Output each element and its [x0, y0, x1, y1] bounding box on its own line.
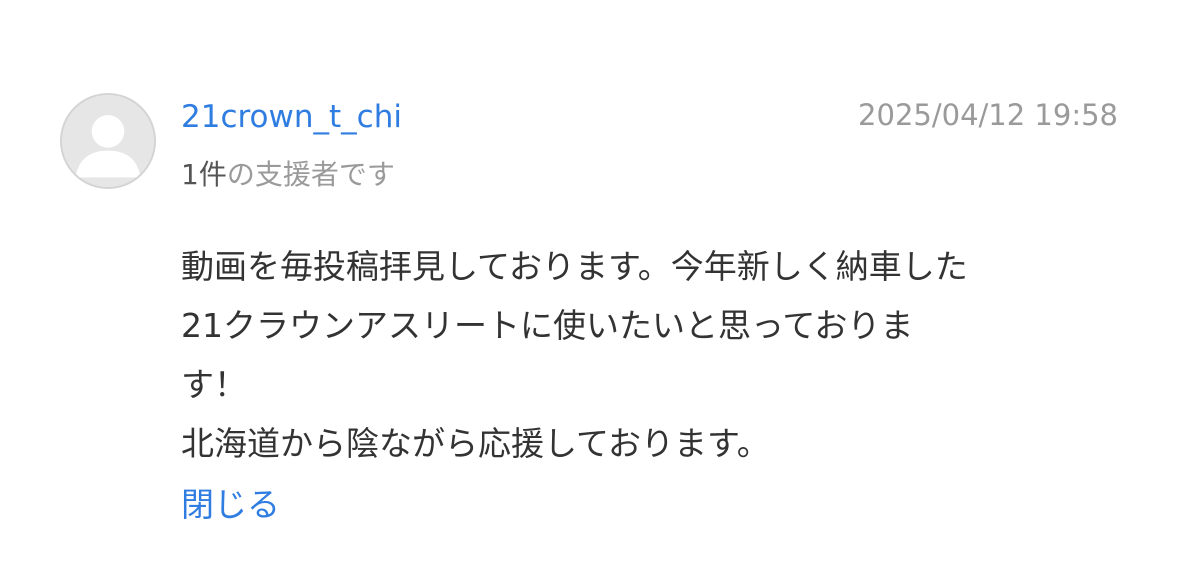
comment-body-line: 北海道から陰ながら応援しております。 — [181, 424, 770, 463]
username-link[interactable]: 21crown_t_chi — [181, 96, 402, 138]
supporter-info: 1件の支援者です — [181, 155, 395, 195]
close-button[interactable]: 閉じる — [181, 481, 280, 529]
comment-body: 動画を毎投稿拝見しております。今年新しく納車した 21クラウンアスリートに使いた… — [181, 237, 1121, 473]
avatar[interactable] — [60, 93, 156, 189]
default-user-icon — [62, 95, 154, 187]
comment-timestamp: 2025/04/12 19:58 — [858, 98, 1118, 132]
comment-body-line: す！ — [181, 365, 247, 404]
comment-body-line: 動画を毎投稿拝見しております。今年新しく納車した — [181, 247, 968, 286]
comment-body-line: 21クラウンアスリートに使いたいと思っておりま — [181, 306, 914, 345]
supporter-label: の支援者です — [226, 158, 395, 191]
comment-card: 21crown_t_chi 2025/04/12 19:58 1件の支援者です … — [0, 0, 1179, 575]
supporter-count: 1件 — [181, 158, 227, 191]
